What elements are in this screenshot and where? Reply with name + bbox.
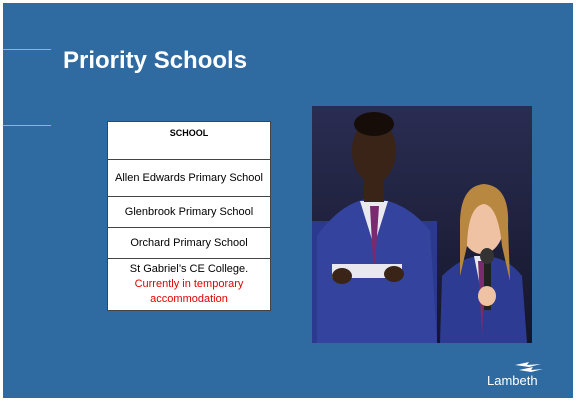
school-name: Allen Edwards Primary School [107,159,271,197]
schools-table: SCHOOL Allen Edwards Primary School Glen… [107,121,271,311]
table-header: SCHOOL [107,121,271,160]
table-row: Allen Edwards Primary School [107,159,271,197]
school-note: Currently in temporary accommodation [134,278,244,305]
students-speaking-photo [312,106,532,343]
lambeth-logo-text: Lambeth [487,373,538,388]
school-name: Orchard Primary School [107,227,271,259]
school-cell: St Gabriel’s CE College. Currently in te… [107,258,271,311]
accent-rule-top [3,49,51,50]
slide-title: Priority Schools [63,47,248,74]
slide: Priority Schools SCHOOL Allen Edwards Pr… [3,3,573,398]
table-row: St Gabriel’s CE College. Currently in te… [107,258,271,311]
table-row: Glenbrook Primary School [107,196,271,228]
accent-rule-middle [3,125,51,126]
school-name: Glenbrook Primary School [107,196,271,228]
lambeth-logo: Lambeth [483,361,553,393]
school-name: St Gabriel’s CE College. [129,263,249,275]
table-row: Orchard Primary School [107,227,271,259]
